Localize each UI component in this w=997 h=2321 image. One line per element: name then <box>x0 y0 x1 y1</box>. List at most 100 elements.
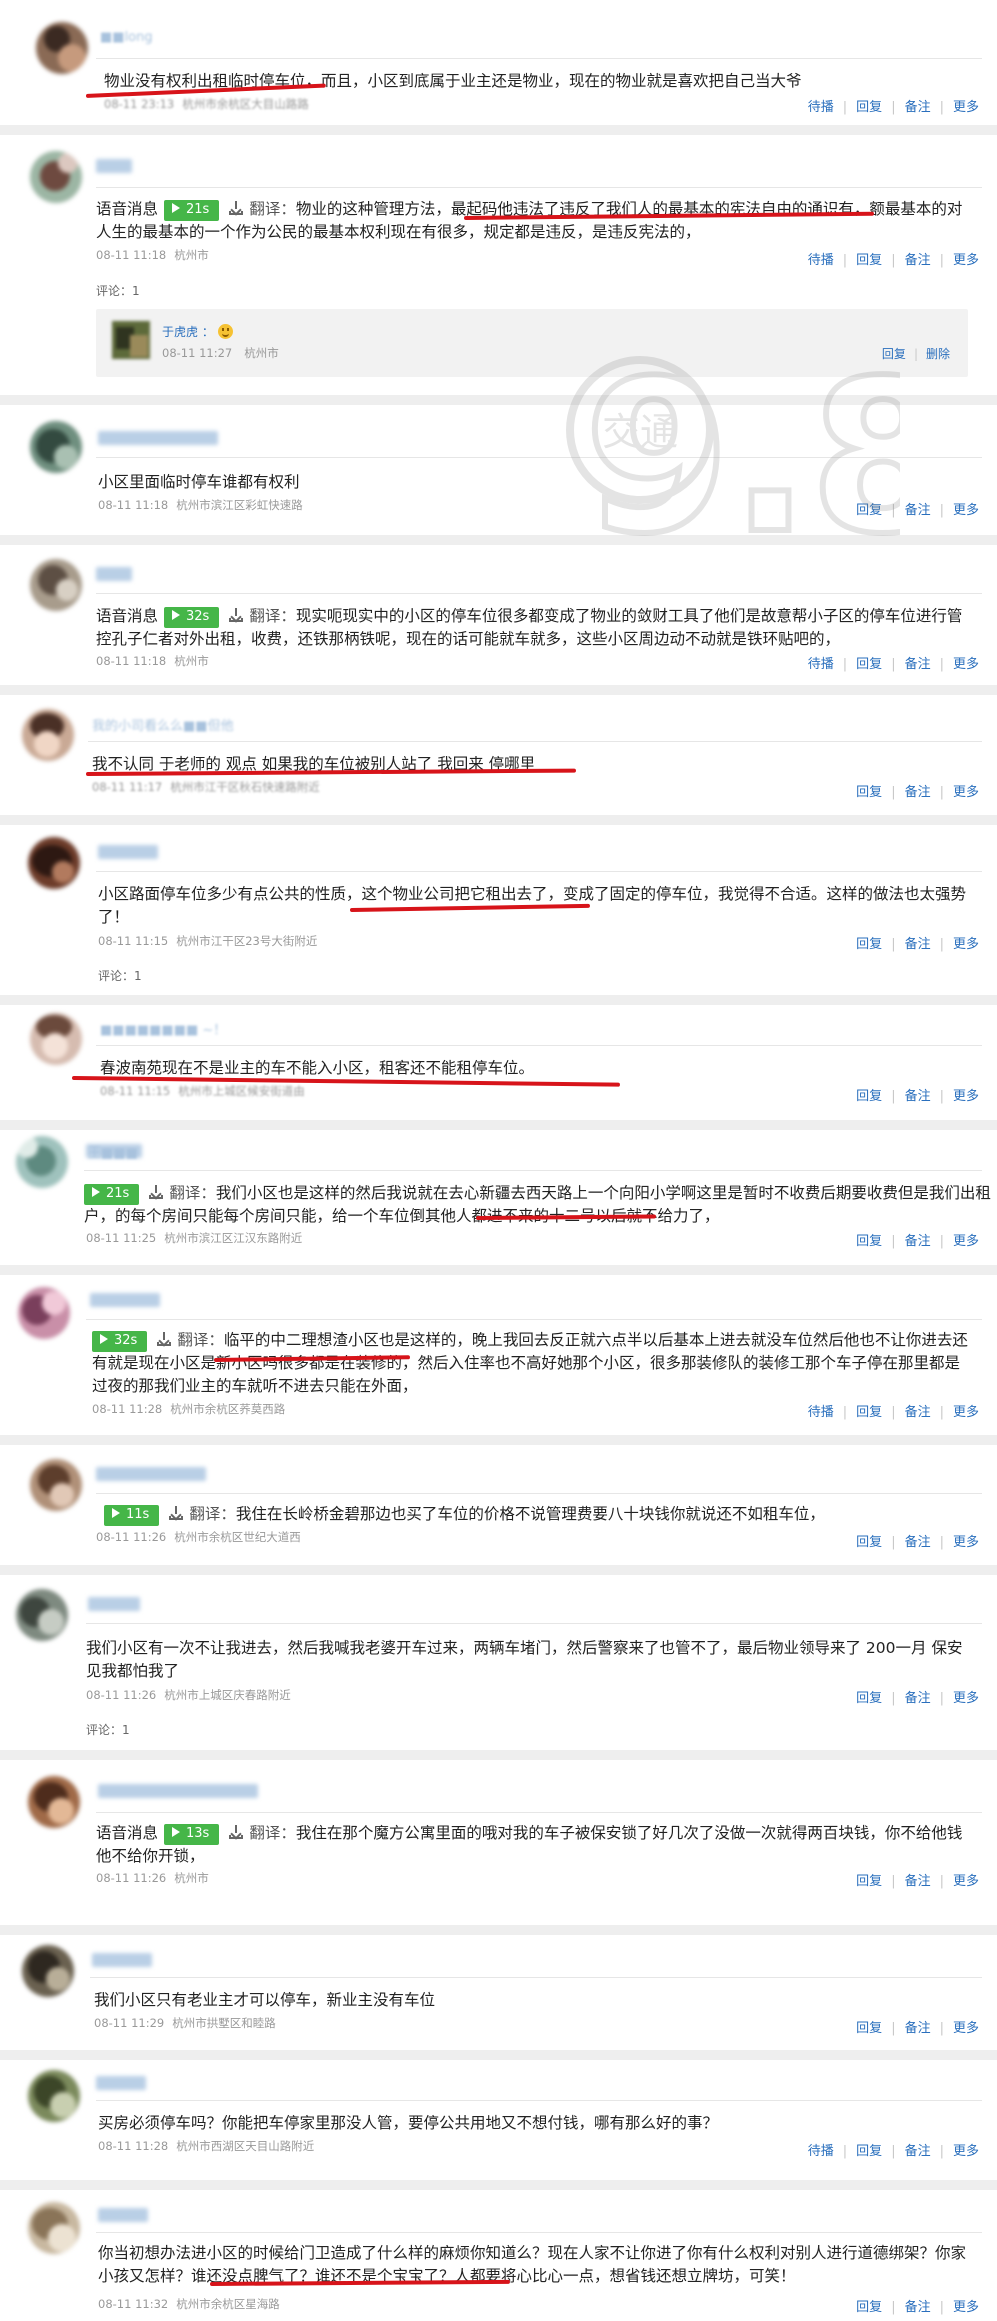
download-icon[interactable] <box>229 608 244 622</box>
more-button[interactable]: 更多 <box>953 2021 979 2036</box>
play-button[interactable]: 待播 <box>808 2144 834 2159</box>
username[interactable] <box>92 1953 152 1967</box>
reply-button[interactable]: 回复 <box>856 100 882 115</box>
avatar[interactable] <box>30 1013 82 1065</box>
reply-button[interactable]: 回复 <box>856 1691 882 1706</box>
avatar[interactable] <box>30 151 82 203</box>
more-button[interactable]: 更多 <box>953 1405 979 1420</box>
download-icon[interactable] <box>157 1332 172 1346</box>
reply-button[interactable]: 回复 <box>856 2300 882 2315</box>
reply-avatar[interactable] <box>112 321 150 359</box>
avatar[interactable] <box>22 709 74 761</box>
username[interactable] <box>98 1784 258 1798</box>
username[interactable] <box>96 159 132 173</box>
play-button[interactable]: 待播 <box>808 657 834 672</box>
download-icon[interactable] <box>229 1825 244 1839</box>
reply-button[interactable]: 回复 <box>882 347 906 361</box>
avatar[interactable] <box>16 1589 68 1641</box>
note-button[interactable]: 备注 <box>905 2021 931 2036</box>
note-button[interactable]: 备注 <box>905 2300 931 2315</box>
avatar[interactable] <box>30 1459 82 1511</box>
more-button[interactable]: 更多 <box>953 1535 979 1550</box>
play-button[interactable]: 待播 <box>808 100 834 115</box>
reply-button[interactable]: 回复 <box>856 785 882 800</box>
avatar[interactable] <box>16 1136 68 1188</box>
note-button[interactable]: 备注 <box>905 1535 931 1550</box>
note-button[interactable]: 备注 <box>905 503 931 518</box>
reply-button[interactable]: 回复 <box>856 253 882 268</box>
reply-user[interactable]: 于虎虎 ： <box>162 323 233 340</box>
comment-count[interactable]: 评论：1 <box>86 1721 130 1738</box>
reply-button[interactable]: 回复 <box>856 657 882 672</box>
more-button[interactable]: 更多 <box>953 503 979 518</box>
voice-play-button[interactable]: 11s <box>104 1505 160 1526</box>
more-button[interactable]: 更多 <box>953 657 979 672</box>
note-button[interactable]: 备注 <box>905 1089 931 1104</box>
note-button[interactable]: 备注 <box>905 2144 931 2159</box>
more-button[interactable]: 更多 <box>953 1691 979 1706</box>
reply-button[interactable]: 回复 <box>856 1089 882 1104</box>
note-button[interactable]: 备注 <box>905 1234 931 1249</box>
avatar[interactable] <box>30 421 82 473</box>
avatar[interactable] <box>28 1776 80 1828</box>
more-button[interactable]: 更多 <box>953 100 979 115</box>
reply-button[interactable]: 回复 <box>856 503 882 518</box>
voice-play-button[interactable]: 13s <box>164 1824 220 1845</box>
note-button[interactable]: 备注 <box>905 1691 931 1706</box>
avatar[interactable] <box>36 22 88 74</box>
voice-play-button[interactable]: 32s <box>92 1331 148 1352</box>
note-button[interactable]: 备注 <box>905 253 931 268</box>
reply-button[interactable]: 回复 <box>856 1405 882 1420</box>
note-button[interactable]: 备注 <box>905 100 931 115</box>
note-button[interactable]: 备注 <box>905 937 931 952</box>
note-button[interactable]: 备注 <box>905 1874 931 1889</box>
reply-button[interactable]: 回复 <box>856 1234 882 1249</box>
download-icon[interactable] <box>229 201 244 215</box>
avatar[interactable] <box>18 1287 70 1339</box>
more-button[interactable]: 更多 <box>953 2300 979 2315</box>
username[interactable] <box>98 431 218 445</box>
avatar[interactable] <box>28 837 80 889</box>
username[interactable] <box>96 1467 206 1481</box>
username[interactable] <box>98 2208 148 2222</box>
play-button[interactable]: 待播 <box>808 253 834 268</box>
avatar[interactable] <box>28 2202 80 2254</box>
more-button[interactable]: 更多 <box>953 1874 979 1889</box>
reply-button[interactable]: 回复 <box>856 1535 882 1550</box>
voice-play-button[interactable]: 32s <box>164 607 220 628</box>
voice-play-button[interactable]: 21s <box>84 1184 140 1205</box>
download-icon[interactable] <box>149 1185 164 1199</box>
note-button[interactable]: 备注 <box>905 657 931 672</box>
delete-button[interactable]: 删除 <box>926 347 950 361</box>
username[interactable] <box>96 567 132 581</box>
username[interactable]: ■■long <box>100 30 153 45</box>
more-button[interactable]: 更多 <box>953 785 979 800</box>
reply-button[interactable]: 回复 <box>856 1874 882 1889</box>
note-button[interactable]: 备注 <box>905 1405 931 1420</box>
comment-actions: 回复 | 备注 | 更多 <box>856 1535 979 1550</box>
voice-play-button[interactable]: 21s <box>164 200 220 221</box>
reply-button[interactable]: 回复 <box>856 937 882 952</box>
reply-button[interactable]: 回复 <box>856 2144 882 2159</box>
download-icon[interactable] <box>169 1506 184 1520</box>
username[interactable]: 我的小司看么么■■但他 <box>92 715 234 734</box>
more-button[interactable]: 更多 <box>953 253 979 268</box>
note-button[interactable]: 备注 <box>905 785 931 800</box>
more-button[interactable]: 更多 <box>953 1234 979 1249</box>
play-button[interactable]: 待播 <box>808 1405 834 1420</box>
username[interactable] <box>90 1293 160 1307</box>
username[interactable] <box>96 2076 146 2090</box>
username[interactable] <box>98 845 158 859</box>
more-button[interactable]: 更多 <box>953 2144 979 2159</box>
avatar[interactable] <box>28 2070 80 2122</box>
comment-card: 我们小区只有老业主才可以停车，新业主没有车位 08-11 11:29 杭州市拱墅区… <box>0 1935 997 2050</box>
more-button[interactable]: 更多 <box>953 937 979 952</box>
reply-button[interactable]: 回复 <box>856 2021 882 2036</box>
username[interactable]: ■■■■■■■■ ~！ <box>100 1019 226 1038</box>
comment-count[interactable]: 评论：1 <box>96 282 140 299</box>
username[interactable] <box>88 1597 140 1611</box>
comment-count[interactable]: 评论：1 <box>98 967 142 984</box>
more-button[interactable]: 更多 <box>953 1089 979 1104</box>
avatar[interactable] <box>22 1945 74 1997</box>
avatar[interactable] <box>30 559 82 611</box>
